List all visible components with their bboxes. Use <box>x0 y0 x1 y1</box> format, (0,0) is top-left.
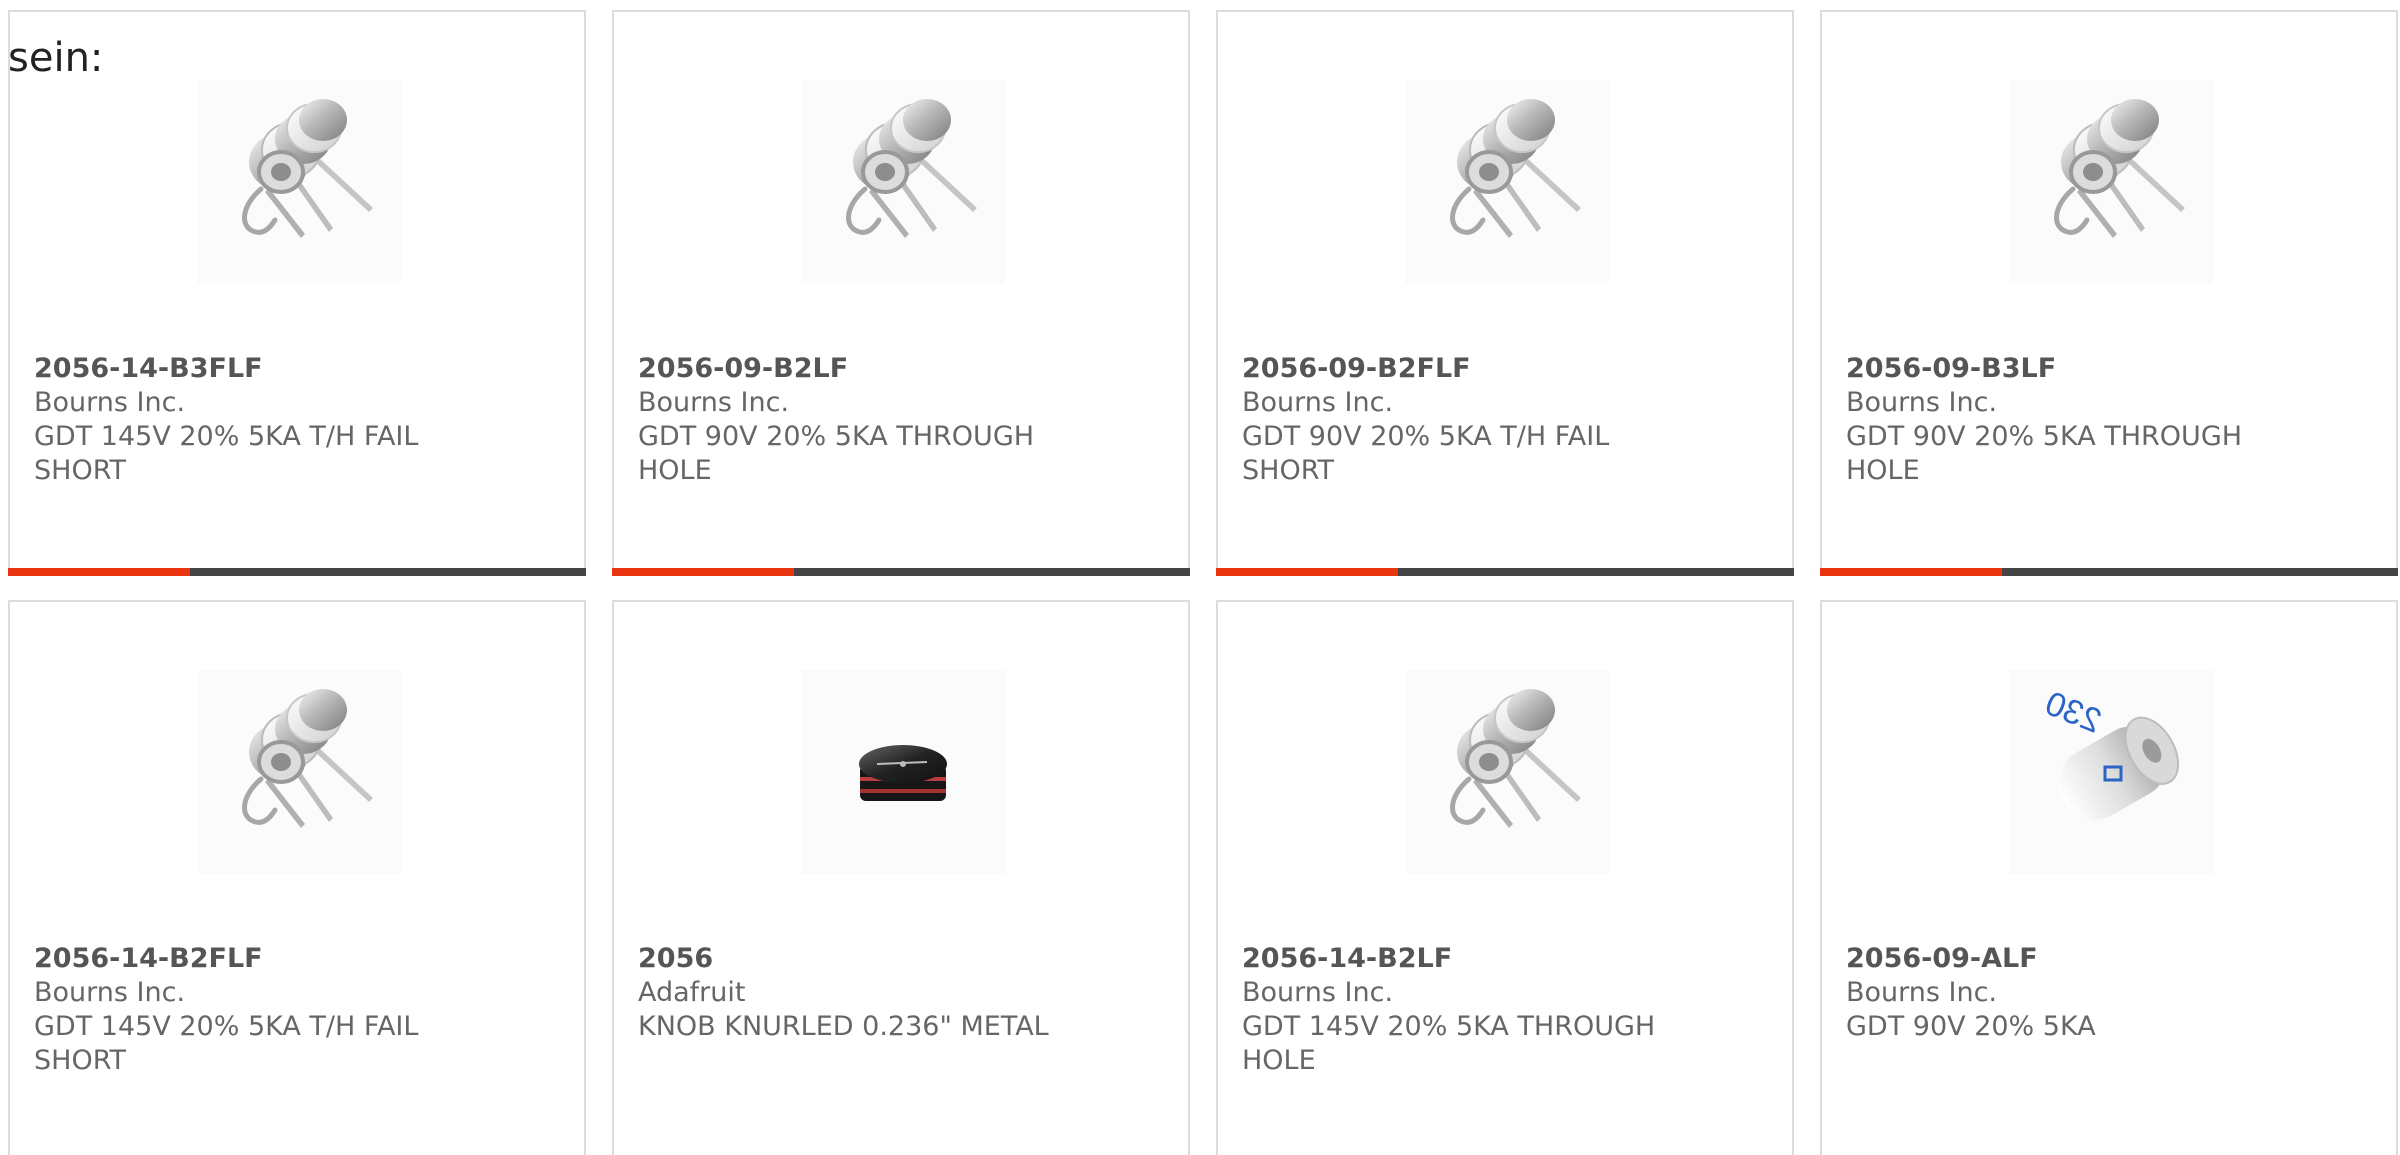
gas-discharge-tube-3-lead-icon <box>2009 80 2213 284</box>
product-text: 2056-14-B3FLF Bourns Inc. GDT 145V 20% 5… <box>34 352 474 488</box>
product-text: 2056-09-B2LF Bourns Inc. GDT 90V 20% 5KA… <box>638 352 1078 488</box>
page: sein: 2056-14-B3FLF Bourns Inc. GDT 145V… <box>0 0 2400 1155</box>
product-card[interactable]: 2056-09-B2LF Bourns Inc. GDT 90V 20% 5KA… <box>612 10 1190 576</box>
product-card[interactable]: 2056-09-B3LF Bourns Inc. GDT 90V 20% 5KA… <box>1820 10 2398 576</box>
card-bottom-bar <box>1820 568 2398 576</box>
product-description: GDT 145V 20% 5KA T/H FAIL SHORT <box>34 1011 419 1076</box>
card-bottom-bar <box>8 568 586 576</box>
gas-discharge-tube-cylinder-icon: 230 <box>2009 670 2213 874</box>
product-grid: 2056-14-B3FLF Bourns Inc. GDT 145V 20% 5… <box>8 10 2400 1155</box>
gas-discharge-tube-3-lead-icon <box>197 670 401 874</box>
product-part-number: 2056-14-B2LF <box>1242 943 1453 974</box>
product-text: 2056 Adafruit KNOB KNURLED 0.236" METAL <box>638 942 1078 1044</box>
product-text: 2056-09-B2FLF Bourns Inc. GDT 90V 20% 5K… <box>1242 352 1682 488</box>
product-manufacturer: Bourns Inc. <box>1846 387 1998 418</box>
product-part-number: 2056-09-ALF <box>1846 943 2038 974</box>
product-card[interactable]: 2056-09-B2FLF Bourns Inc. GDT 90V 20% 5K… <box>1216 10 1794 576</box>
svg-text:230: 230 <box>2040 684 2107 740</box>
product-card[interactable]: 2056-14-B2LF Bourns Inc. GDT 145V 20% 5K… <box>1216 600 1794 1155</box>
card-bar-accent <box>1820 568 2002 576</box>
product-part-number: 2056-14-B2FLF <box>34 943 263 974</box>
product-text: 2056-09-B3LF Bourns Inc. GDT 90V 20% 5KA… <box>1846 352 2286 488</box>
product-description: GDT 145V 20% 5KA THROUGH HOLE <box>1242 1011 1656 1076</box>
product-part-number: 2056-09-B3LF <box>1846 353 2057 384</box>
product-manufacturer: Bourns Inc. <box>638 387 790 418</box>
product-part-number: 2056-14-B3FLF <box>34 353 263 384</box>
card-bar-accent <box>1216 568 1398 576</box>
card-bar-accent <box>612 568 794 576</box>
product-description: GDT 145V 20% 5KA T/H FAIL SHORT <box>34 421 419 486</box>
product-part-number: 2056-09-B2LF <box>638 353 849 384</box>
card-bottom-bar <box>612 568 1190 576</box>
card-bar-accent <box>8 568 190 576</box>
product-card[interactable]: 2056-14-B2FLF Bourns Inc. GDT 145V 20% 5… <box>8 600 586 1155</box>
product-manufacturer: Bourns Inc. <box>1242 977 1394 1008</box>
product-manufacturer: Bourns Inc. <box>1242 387 1394 418</box>
product-part-number: 2056 <box>638 943 714 974</box>
product-description: GDT 90V 20% 5KA THROUGH HOLE <box>638 421 1035 486</box>
gas-discharge-tube-3-lead-icon <box>1405 80 1609 284</box>
product-manufacturer: Bourns Inc. <box>34 387 186 418</box>
product-description: GDT 90V 20% 5KA T/H FAIL SHORT <box>1242 421 1610 486</box>
product-manufacturer: Bourns Inc. <box>1846 977 1998 1008</box>
product-text: 2056-09-ALF Bourns Inc. GDT 90V 20% 5KA <box>1846 942 2286 1044</box>
gas-discharge-tube-3-lead-icon <box>197 80 401 284</box>
product-text: 2056-14-B2FLF Bourns Inc. GDT 145V 20% 5… <box>34 942 474 1078</box>
product-text: 2056-14-B2LF Bourns Inc. GDT 145V 20% 5K… <box>1242 942 1682 1078</box>
product-manufacturer: Bourns Inc. <box>34 977 186 1008</box>
gas-discharge-tube-3-lead-icon <box>801 80 1005 284</box>
knurled-knob-icon <box>801 670 1005 874</box>
intro-text: sein: <box>8 35 104 81</box>
card-bottom-bar <box>1216 568 1794 576</box>
product-description: GDT 90V 20% 5KA THROUGH HOLE <box>1846 421 2243 486</box>
product-card[interactable]: 230 2056-09-ALF Bourns Inc. GDT 90V 20% … <box>1820 600 2398 1155</box>
product-description: GDT 90V 20% 5KA <box>1846 1011 2096 1042</box>
product-manufacturer: Adafruit <box>638 977 746 1008</box>
gas-discharge-tube-3-lead-icon <box>1405 670 1609 874</box>
product-card[interactable]: 2056-14-B3FLF Bourns Inc. GDT 145V 20% 5… <box>8 10 586 576</box>
product-part-number: 2056-09-B2FLF <box>1242 353 1471 384</box>
product-card[interactable]: 2056 Adafruit KNOB KNURLED 0.236" METAL <box>612 600 1190 1155</box>
product-description: KNOB KNURLED 0.236" METAL <box>638 1011 1049 1042</box>
